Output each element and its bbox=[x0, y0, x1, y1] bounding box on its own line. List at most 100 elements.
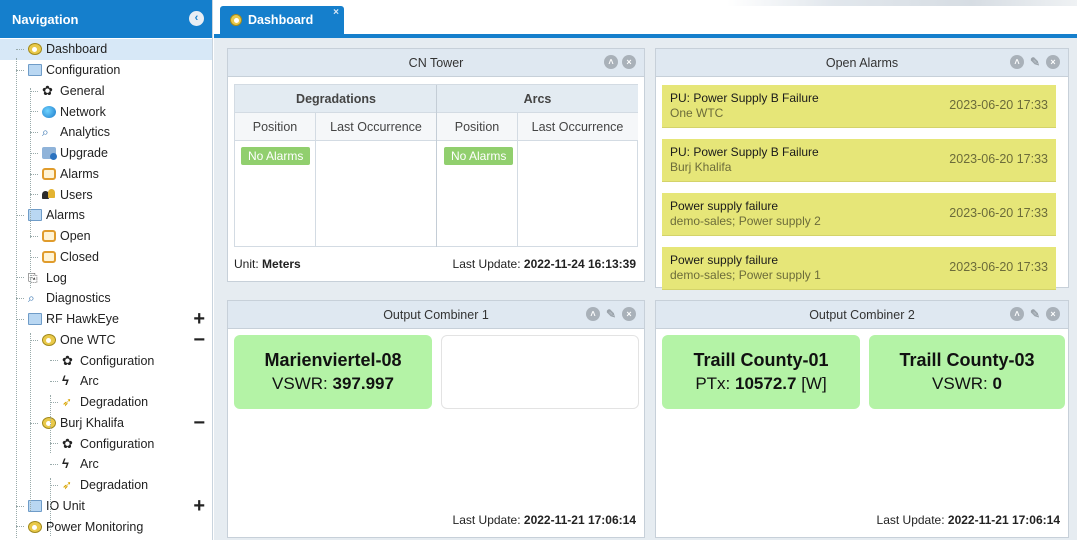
alarm-time: 2023-06-20 17:33 bbox=[949, 152, 1048, 166]
sidebar-item-configuration[interactable]: ✿ Configuration bbox=[0, 350, 212, 371]
sidebar-item-degradation[interactable]: ➶ Degradation bbox=[0, 392, 212, 413]
tree-guide bbox=[30, 88, 31, 238]
panel-footer: Last Update: 2022-11-21 17:06:14 bbox=[234, 513, 636, 527]
close-panel-icon[interactable]: × bbox=[1046, 307, 1060, 321]
sidebar-item-label: Configuration bbox=[46, 63, 121, 78]
alarm-time: 2023-06-20 17:33 bbox=[949, 206, 1048, 220]
sidebar-item-configuration[interactable]: Configuration bbox=[0, 60, 212, 81]
panel-title: Output Combiner 1 bbox=[383, 307, 489, 322]
sidebar-item-degradation[interactable]: ➶ Degradation bbox=[0, 475, 212, 496]
collapse-icon[interactable]: − bbox=[193, 330, 205, 350]
close-tab-icon[interactable]: × bbox=[333, 7, 339, 18]
tree-connector bbox=[50, 360, 58, 362]
sidebar-item-closed[interactable]: Closed bbox=[0, 247, 212, 268]
sidebar-item-alarms[interactable]: Alarms bbox=[0, 164, 212, 185]
sidebar-item-label: Power Monitoring bbox=[46, 519, 144, 534]
users-icon bbox=[42, 188, 56, 201]
sidebar-item-rf-hawkeye[interactable]: RF HawkEye + bbox=[0, 309, 212, 330]
upgrade-icon bbox=[42, 147, 57, 161]
dashboard-area: CN Tower ˄ × Degradations Arcs Position … bbox=[214, 38, 1077, 540]
sidebar-item-label: Users bbox=[60, 187, 93, 202]
cn-tower-table: Degradations Arcs Position Last Occurren… bbox=[234, 84, 638, 247]
sidebar-item-power-monitoring[interactable]: Power Monitoring bbox=[0, 516, 212, 537]
globe-icon bbox=[42, 105, 56, 118]
tree-guide bbox=[30, 333, 31, 511]
combiner-card[interactable]: Marienviertel-08 VSWR: 397.997 bbox=[234, 335, 432, 409]
alarm-icon bbox=[42, 230, 56, 243]
sidebar-item-users[interactable]: Users bbox=[0, 184, 212, 205]
combiner-card[interactable]: Traill County-01 PTx: 10572.7 [W] bbox=[662, 335, 860, 409]
sidebar-item-diagnostics[interactable]: ⌕ Diagnostics bbox=[0, 288, 212, 309]
edit-panel-icon[interactable]: ✎ bbox=[604, 307, 618, 321]
sidebar-item-alarms[interactable]: Alarms bbox=[0, 205, 212, 226]
tree-guide bbox=[50, 395, 51, 453]
group-header-degradations: Degradations bbox=[235, 85, 437, 113]
column-header-position[interactable]: Position bbox=[235, 113, 315, 141]
group-header-arcs: Arcs bbox=[437, 85, 638, 113]
sidebar-item-general[interactable]: ✿ General bbox=[0, 81, 212, 102]
tab-bar: Dashboard × bbox=[214, 0, 1077, 38]
tree-connector bbox=[16, 277, 24, 279]
sidebar-item-label: Upgrade bbox=[60, 146, 108, 161]
sidebar-item-label: Configuration bbox=[80, 353, 155, 368]
sidebar-item-io-unit[interactable]: IO Unit + bbox=[0, 496, 212, 517]
close-panel-icon[interactable]: × bbox=[622, 55, 636, 69]
sidebar-item-configuration[interactable]: ✿ Configuration bbox=[0, 433, 212, 454]
sidebar-item-label: Log bbox=[46, 270, 67, 285]
magnifier-icon: ⌕ bbox=[28, 291, 35, 306]
sidebar-item-upgrade[interactable]: Upgrade bbox=[0, 143, 212, 164]
card-name: Traill County-01 bbox=[693, 350, 829, 370]
sidebar-item-open[interactable]: Open bbox=[0, 226, 212, 247]
panel-footer: Last Update: 2022-11-21 17:06:14 bbox=[662, 513, 1060, 527]
sidebar-item-log[interactable]: ⎘ Log bbox=[0, 267, 212, 288]
collapse-panel-icon[interactable]: ˄ bbox=[1010, 55, 1024, 69]
tab-label: Dashboard bbox=[248, 13, 314, 27]
expand-icon[interactable]: + bbox=[193, 309, 205, 329]
sidebar-item-burj-khalifa[interactable]: Burj Khalifa − bbox=[0, 413, 212, 434]
sidebar-item-analytics[interactable]: ⌕ Analytics bbox=[0, 122, 212, 143]
column-header-position[interactable]: Position bbox=[437, 113, 517, 141]
collapse-icon[interactable]: − bbox=[193, 413, 205, 433]
collapse-panel-icon[interactable]: ˄ bbox=[1010, 307, 1024, 321]
close-panel-icon[interactable]: × bbox=[622, 307, 636, 321]
tree-connector bbox=[30, 339, 38, 341]
degradation-icon: ➶ bbox=[62, 395, 73, 410]
edit-panel-icon[interactable]: ✎ bbox=[1028, 307, 1042, 321]
collapse-panel-icon[interactable]: ˄ bbox=[604, 55, 618, 69]
last-update-value: 2022-11-21 17:06:14 bbox=[523, 513, 636, 527]
eye-icon bbox=[42, 333, 56, 346]
alarm-item[interactable]: PU: Power Supply B Failure One WTC 2023-06… bbox=[662, 85, 1056, 128]
tree-connector bbox=[16, 69, 24, 71]
sidebar-item-one-wtc[interactable]: One WTC − bbox=[0, 330, 212, 351]
sidebar-item-arc[interactable]: ϟ Arc bbox=[0, 371, 212, 392]
navigation-tree: Dashboard Configuration ✿ General Network ⌕ An… bbox=[0, 38, 212, 540]
close-panel-icon[interactable]: × bbox=[1046, 55, 1060, 69]
sidebar-item-arc[interactable]: ϟ Arc bbox=[0, 454, 212, 475]
combiner-card[interactable]: Traill County-03 VSWR: 0 bbox=[869, 335, 1065, 409]
sidebar-item-dashboard[interactable]: Dashboard bbox=[0, 39, 212, 60]
alarm-item[interactable]: Power supply failure demo-sales; Power su… bbox=[662, 247, 1056, 290]
tab-dashboard[interactable]: Dashboard × bbox=[220, 6, 344, 34]
collapse-panel-icon[interactable]: ˄ bbox=[586, 307, 600, 321]
expand-icon[interactable]: + bbox=[193, 496, 205, 516]
alarm-item[interactable]: PU: Power Supply B Failure Burj Khalifa 20… bbox=[662, 139, 1056, 182]
sidebar-item-network[interactable]: Network bbox=[0, 101, 212, 122]
tree-connector bbox=[16, 505, 24, 507]
tree-connector bbox=[30, 235, 38, 237]
card-value: VSWR: 0 bbox=[932, 374, 1002, 393]
tree-connector bbox=[50, 443, 58, 445]
tree-connector bbox=[30, 152, 38, 154]
sidebar-item-label: Burj Khalifa bbox=[60, 415, 124, 430]
alarm-item[interactable]: Power supply failure demo-sales; Power su… bbox=[662, 193, 1056, 236]
tree-connector bbox=[16, 298, 24, 299]
eye-icon bbox=[28, 520, 42, 533]
panel-title: CN Tower bbox=[408, 55, 464, 70]
sidebar-item-label: Alarms bbox=[46, 208, 85, 223]
column-header-last-occurrence[interactable]: Last Occurrence bbox=[517, 113, 638, 141]
collapse-sidebar-icon[interactable]: ‹ bbox=[189, 11, 204, 26]
eye-icon bbox=[230, 14, 242, 26]
column-header-last-occurrence[interactable]: Last Occurrence bbox=[315, 113, 437, 141]
edit-panel-icon[interactable]: ✎ bbox=[1028, 55, 1042, 69]
tree-connector bbox=[30, 173, 38, 175]
tree-guide bbox=[16, 58, 17, 538]
